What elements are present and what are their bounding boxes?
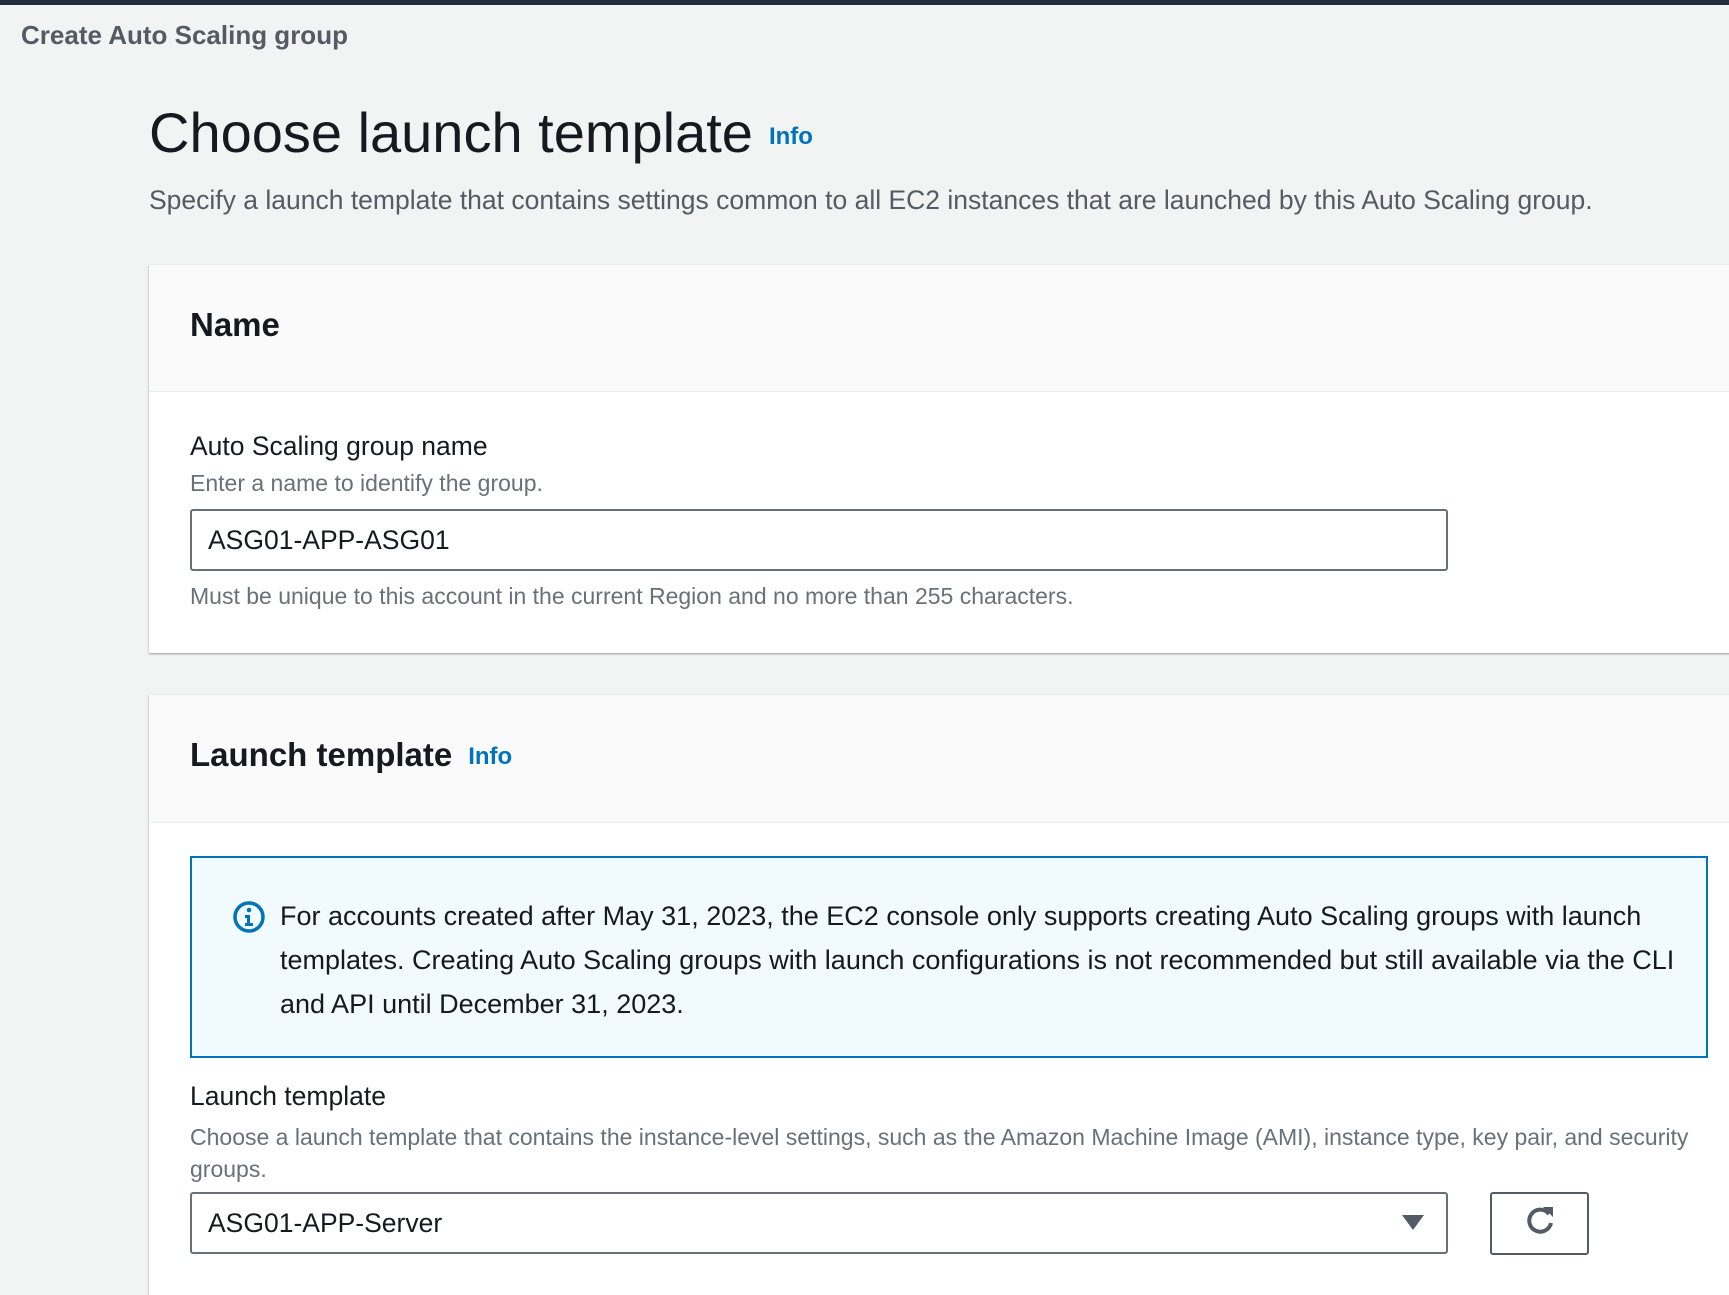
breadcrumb: Create Auto Scaling group <box>21 20 348 50</box>
page-info-link[interactable]: Info <box>769 123 813 150</box>
asg-name-constraint: Must be unique to this account in the cu… <box>190 583 1074 609</box>
launch-template-heading: Launch template Info <box>190 736 512 774</box>
launch-template-select[interactable]: ASG01-APP-Server <box>190 1192 1448 1254</box>
launch-template-selected-value: ASG01-APP-Server <box>208 1208 443 1238</box>
launch-template-label: Launch template <box>190 1081 386 1111</box>
info-alert: For accounts created after May 31, 2023,… <box>190 856 1708 1058</box>
page-title-text: Choose launch template <box>149 101 753 164</box>
chevron-down-icon <box>1402 1215 1424 1230</box>
page-description: Specify a launch template that contains … <box>149 185 1593 215</box>
launch-template-card-header: Launch template Info <box>149 695 1729 823</box>
launch-template-info-link[interactable]: Info <box>468 743 512 770</box>
name-card-header: Name <box>149 265 1729 392</box>
name-section-heading: Name <box>190 306 280 343</box>
top-navigation-bar <box>0 0 1729 5</box>
asg-name-input[interactable]: ASG01-APP-ASG01 <box>190 509 1448 571</box>
page-title: Choose launch template Info <box>149 100 813 165</box>
launch-template-heading-text: Launch template <box>190 736 453 773</box>
alert-message: For accounts created after May 31, 2023,… <box>280 901 1675 1019</box>
asg-name-value: ASG01-APP-ASG01 <box>208 525 450 555</box>
refresh-button[interactable] <box>1490 1192 1589 1255</box>
asg-name-label: Auto Scaling group name <box>190 431 488 461</box>
asg-name-hint: Enter a name to identify the group. <box>190 470 543 496</box>
refresh-icon <box>1522 1203 1558 1244</box>
launch-template-hint: Choose a launch template that contains t… <box>190 1124 1689 1182</box>
info-circle-icon <box>232 900 266 939</box>
